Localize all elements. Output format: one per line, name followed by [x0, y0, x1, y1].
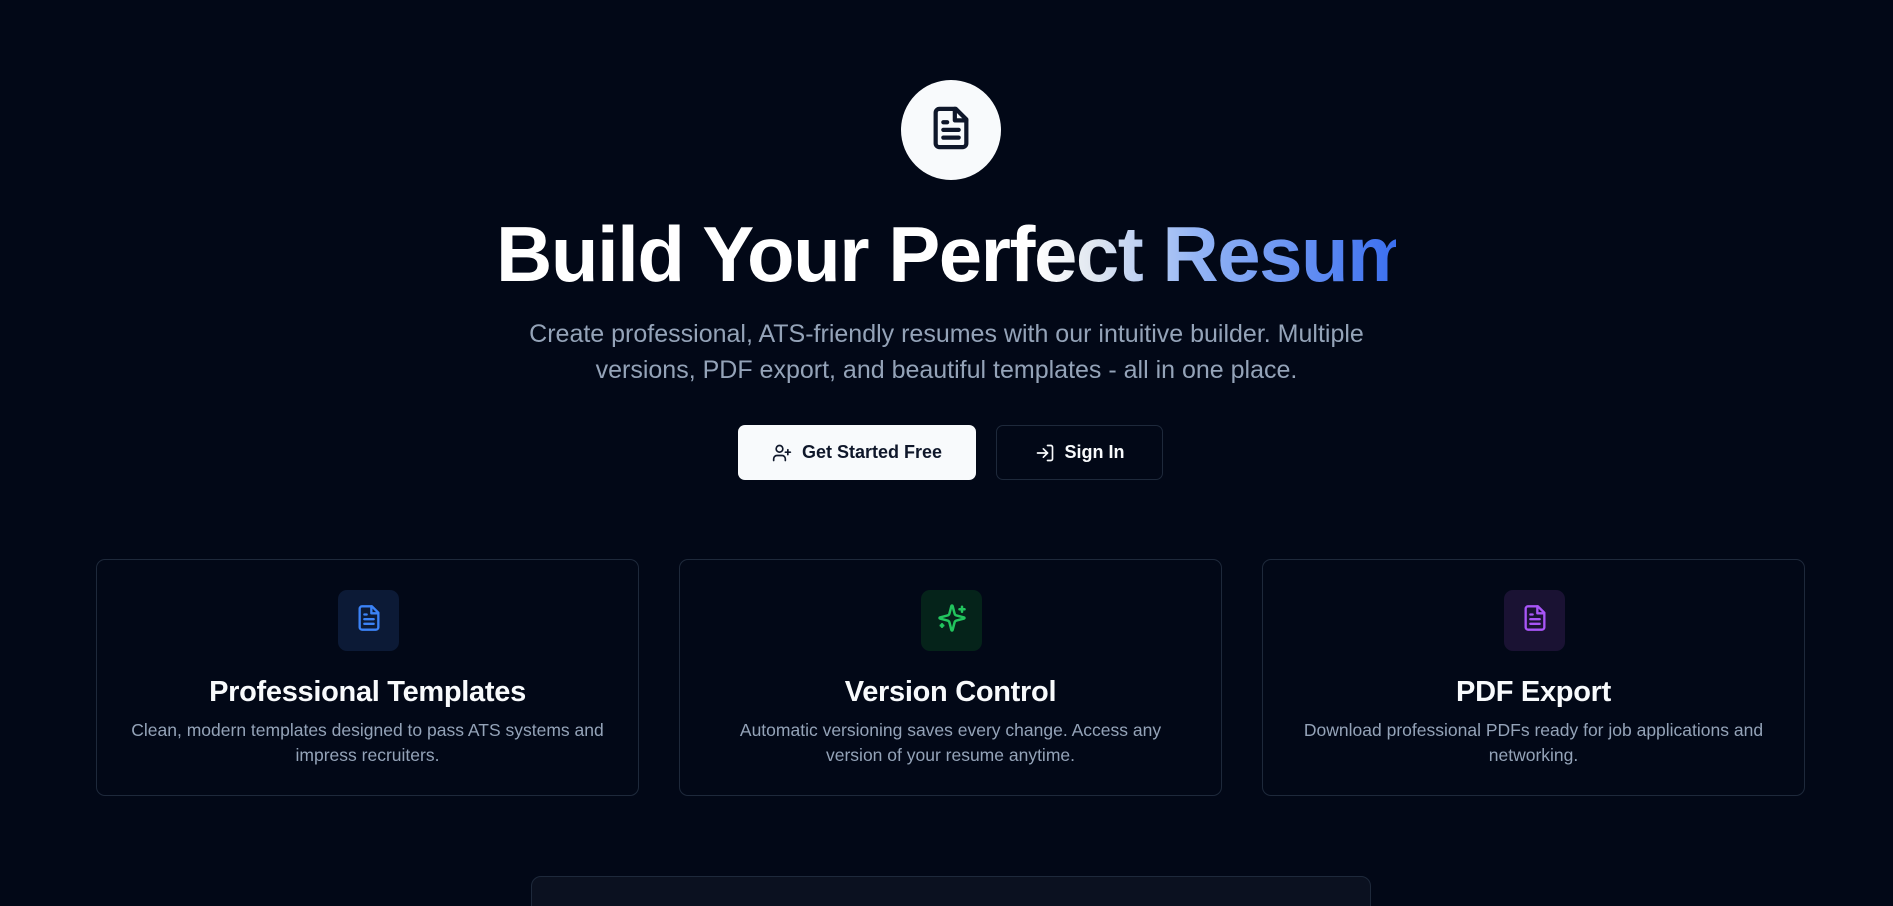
feature-icon-box [921, 590, 982, 651]
feature-title: Professional Templates [209, 676, 526, 708]
hero-title: Build Your Perfect Resume [496, 206, 1458, 302]
file-text-icon [355, 604, 383, 637]
feature-description: Download professional PDFs ready for job… [1303, 720, 1764, 765]
feature-title: PDF Export [1456, 676, 1611, 708]
hero-logo [901, 80, 1001, 180]
get-started-label: Get Started Free [801, 442, 943, 462]
feature-card-pdf-export: PDF Export Download professional PDFs re… [1262, 559, 1805, 796]
feature-description: Clean, modern templates designed to pass… [131, 720, 604, 765]
feature-card-version-control: Version Control Automatic versioning sav… [679, 559, 1222, 796]
file-text-icon [1521, 604, 1549, 637]
feature-icon-box [338, 590, 399, 651]
landing-page: Build Your Perfect Resume Create profess… [0, 0, 1893, 906]
hero-subtitle: Create professional, ATS-friendly resume… [529, 320, 1364, 384]
preview-panel [531, 876, 1371, 906]
sparkles-icon [937, 603, 967, 638]
feature-icon-box [1504, 590, 1565, 651]
sign-in-label: Sign In [1064, 442, 1125, 462]
get-started-button[interactable]: Get Started Free [738, 425, 976, 480]
sign-in-button[interactable]: Sign In [996, 425, 1163, 480]
feature-description: Automatic versioning saves every change.… [739, 720, 1162, 765]
file-text-icon [928, 105, 974, 156]
log-in-icon [1035, 443, 1055, 463]
feature-title: Version Control [844, 676, 1057, 708]
user-plus-icon [772, 443, 792, 463]
feature-card-templates: Professional Templates Clean, modern tem… [96, 559, 639, 796]
